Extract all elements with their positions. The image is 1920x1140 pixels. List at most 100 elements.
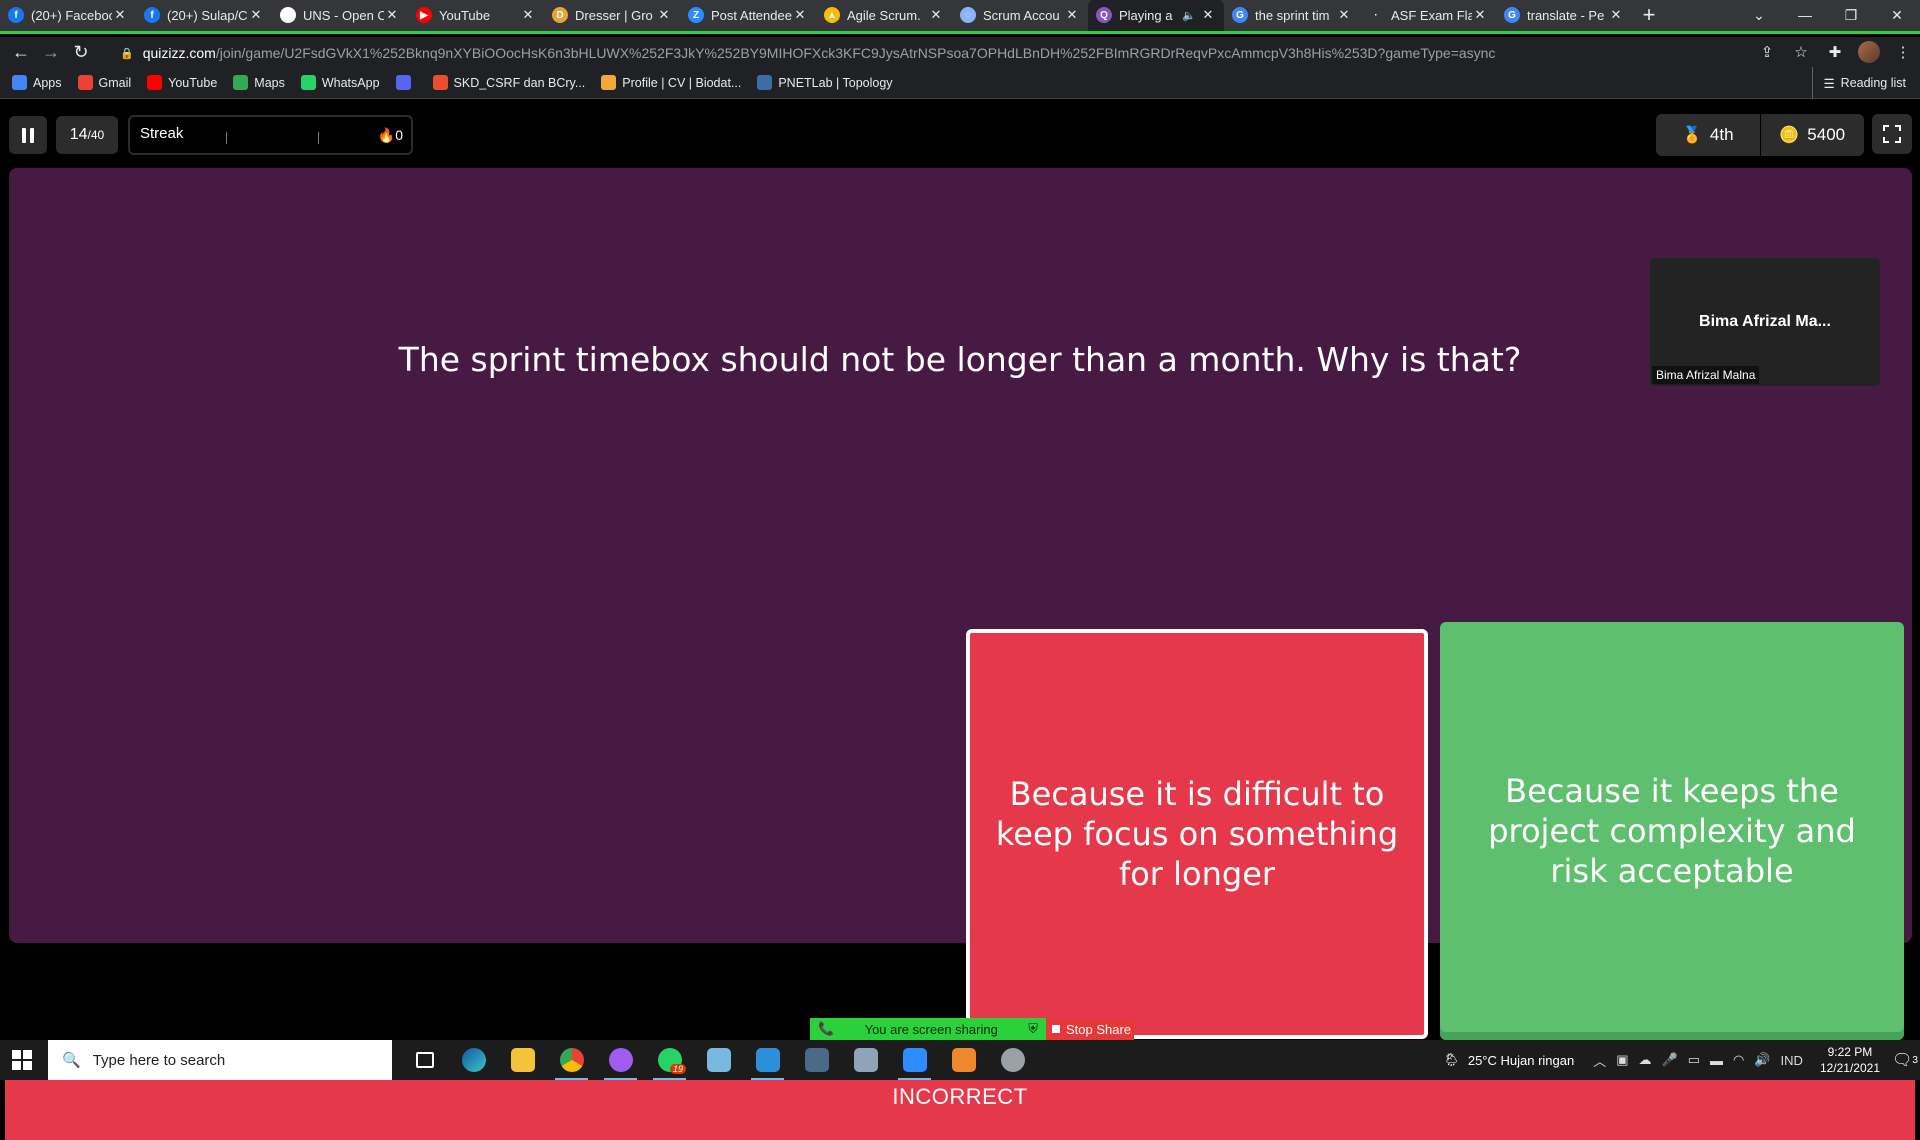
browser-tab[interactable]: ▲ Agile Scrum. ✕ xyxy=(816,0,952,31)
browser-tab[interactable]: f (20+) Facebook✕ xyxy=(0,0,136,31)
coins-icon: 🪙 xyxy=(1779,127,1800,144)
bookmark-item[interactable]: Apps xyxy=(12,75,62,90)
task-view-icon[interactable] xyxy=(400,1040,449,1080)
forward-arrow-icon[interactable]: → xyxy=(36,37,66,67)
tab-title: Post Attendee xyxy=(711,7,792,23)
close-tab-icon[interactable]: ✕ xyxy=(928,7,944,23)
answer-option-selected[interactable]: Because it is difficult to keep focus on… xyxy=(966,629,1428,1039)
toolbar-actions: ⇪ ☆ ✚ ⋮ xyxy=(1750,37,1920,67)
cloud-icon[interactable]: ☁ xyxy=(1639,1052,1652,1068)
tab-title: Scrum Accou xyxy=(983,7,1060,23)
quiz-top-bar: 14/40 Streak 🔥0 🏅 4th 🪙 5400 xyxy=(0,100,1920,168)
browser-tab[interactable]: Z Post Attendee ✕ xyxy=(680,0,816,31)
bookmark-item[interactable]: Profile | CV | Biodat... xyxy=(601,75,741,90)
fullscreen-icon xyxy=(1883,125,1901,143)
close-tab-icon[interactable]: ✕ xyxy=(112,7,128,23)
menu-kebab-icon[interactable]: ⋮ xyxy=(1886,43,1920,61)
bookmark-item[interactable] xyxy=(395,75,417,90)
screen-share-indicator: 📞 You are screen sharing ⛨ xyxy=(810,1018,1046,1040)
minimize-button[interactable]: — xyxy=(1782,0,1828,30)
close-window-button[interactable]: ✕ xyxy=(1874,0,1920,30)
volume-icon[interactable]: 🔊 xyxy=(1754,1052,1770,1068)
tab-search-icon[interactable]: ⌄ xyxy=(1736,0,1782,30)
photos-icon[interactable] xyxy=(841,1040,890,1080)
microphone-icon[interactable]: 🎤 xyxy=(1662,1052,1678,1068)
reload-icon[interactable]: ↻ xyxy=(66,37,96,67)
browser-tab[interactable]: Q Playing a 🔈 ✕ xyxy=(1088,0,1224,31)
browser-tab[interactable]: f (20+) Sulap/C ✕ xyxy=(136,0,272,31)
participant-video-tile[interactable]: Bima Afrizal Ma... Bima Afrizal Malna xyxy=(1650,258,1880,386)
bookmark-item[interactable]: YouTube xyxy=(147,75,217,90)
bookmark-item[interactable]: PNETLab | Topology xyxy=(757,75,893,90)
close-tab-icon[interactable]: ✕ xyxy=(1336,7,1352,23)
bookmark-label: Gmail xyxy=(98,75,132,90)
close-tab-icon[interactable]: ✕ xyxy=(248,7,264,23)
participant-name-tag: Bima Afrizal Malna xyxy=(1652,366,1760,384)
lock-icon[interactable]: 🔒 xyxy=(120,47,134,60)
browser-tab[interactable]: Gtranslate - Pe ✕ xyxy=(1496,0,1632,31)
pause-button[interactable] xyxy=(9,116,47,154)
language-indicator[interactable]: IND xyxy=(1781,1053,1803,1068)
reading-list-button[interactable]: ☰ Reading list xyxy=(1812,67,1906,99)
browser-tab[interactable]: D Dresser | Gro ✕ xyxy=(544,0,680,31)
close-tab-icon[interactable]: ✕ xyxy=(656,7,672,23)
reading-list-label: Reading list xyxy=(1840,76,1906,90)
meet-now-icon[interactable]: ▣ xyxy=(1616,1052,1628,1068)
chrome-icon[interactable] xyxy=(547,1040,596,1080)
browser-tab[interactable]: ◌ Scrum Accou ✕ xyxy=(952,0,1088,31)
tab-title: translate - Pe xyxy=(1527,7,1605,23)
tab-title: (20+) Facebook xyxy=(31,7,112,23)
close-tab-icon[interactable]: ✕ xyxy=(1200,7,1216,23)
close-tab-icon[interactable]: ✕ xyxy=(520,7,536,23)
quiz-page: 14/40 Streak 🔥0 🏅 4th 🪙 5400 The sprint … xyxy=(0,100,1920,1140)
profile-avatar[interactable] xyxy=(1858,41,1880,63)
vscode-icon[interactable] xyxy=(743,1040,792,1080)
bookmark-star-icon[interactable]: ☆ xyxy=(1784,43,1818,61)
notification-center-icon[interactable]: 🗨 3 xyxy=(1890,1040,1920,1080)
close-tab-icon[interactable]: ✕ xyxy=(384,7,400,23)
calculator-icon[interactable] xyxy=(792,1040,841,1080)
bookmark-item[interactable]: WhatsApp xyxy=(300,75,380,90)
back-arrow-icon[interactable]: ← xyxy=(6,37,36,67)
new-tab-button[interactable]: + xyxy=(1632,0,1666,31)
bookmarks-bar: Apps Gmail YouTube Maps WhatsApp SKD_CSRF dan… xyxy=(0,67,1920,99)
screen-icon[interactable]: ▭ xyxy=(1688,1052,1700,1068)
question-current: 14 xyxy=(69,126,88,143)
extensions-icon[interactable]: ✚ xyxy=(1818,43,1852,61)
app-orange-icon[interactable] xyxy=(939,1040,988,1080)
taskbar-search[interactable]: 🔍 Type here to search xyxy=(48,1040,392,1080)
bookmark-item[interactable]: SKD_CSRF dan BCry... xyxy=(432,75,585,90)
app-gray-icon[interactable] xyxy=(988,1040,1037,1080)
messenger-icon[interactable] xyxy=(596,1040,645,1080)
fullscreen-button[interactable] xyxy=(1872,114,1912,154)
speaker-icon[interactable]: 🔈 xyxy=(1182,9,1196,22)
clock[interactable]: 9:22 PM 12/21/2021 xyxy=(1820,1044,1880,1076)
rank-value: 4th xyxy=(1709,125,1734,144)
battery-icon[interactable]: ▬ xyxy=(1710,1053,1723,1068)
browser-tab[interactable]: ● UNS - Open C ✕ xyxy=(272,0,408,31)
browser-tab[interactable]: Gthe sprint tim ✕ xyxy=(1224,0,1360,31)
restore-button[interactable]: ❐ xyxy=(1828,0,1874,30)
file-explorer-icon[interactable] xyxy=(498,1040,547,1080)
zoom-icon[interactable] xyxy=(890,1040,939,1080)
stop-share-button[interactable]: Stop Share xyxy=(1046,1018,1134,1040)
address-bar[interactable]: 🔒 quizizz.com/join/game/U2FsdGVkX1%252Bk… xyxy=(108,40,1886,66)
weather-widget[interactable]: 🌦 25°C Hujan ringan xyxy=(1443,1052,1574,1068)
wifi-icon[interactable]: ◠ xyxy=(1733,1052,1744,1068)
answer-option-correct[interactable]: Because it keeps the project complexity … xyxy=(1440,622,1904,1040)
close-tab-icon[interactable]: ✕ xyxy=(1064,7,1080,23)
browser-tab[interactable]: ▶ YouTube ✕ xyxy=(408,0,544,31)
close-tab-icon[interactable]: ✕ xyxy=(1608,7,1624,23)
whatsapp-icon[interactable]: 19 xyxy=(645,1040,694,1080)
windows-start-icon[interactable] xyxy=(12,1050,32,1070)
close-tab-icon[interactable]: ✕ xyxy=(1472,7,1488,23)
close-tab-icon[interactable]: ✕ xyxy=(792,7,808,23)
browser-tab[interactable]: · ASF Exam Fla ✕ xyxy=(1360,0,1496,31)
app-icon[interactable] xyxy=(694,1040,743,1080)
edge-icon[interactable] xyxy=(449,1040,498,1080)
share-icon[interactable]: ⇪ xyxy=(1750,43,1784,61)
bookmark-item[interactable]: Maps xyxy=(233,75,285,90)
chevron-up-icon[interactable]: ︿ xyxy=(1593,1051,1606,1070)
bookmark-favicon-icon xyxy=(12,75,27,90)
bookmark-item[interactable]: Gmail xyxy=(77,75,132,90)
